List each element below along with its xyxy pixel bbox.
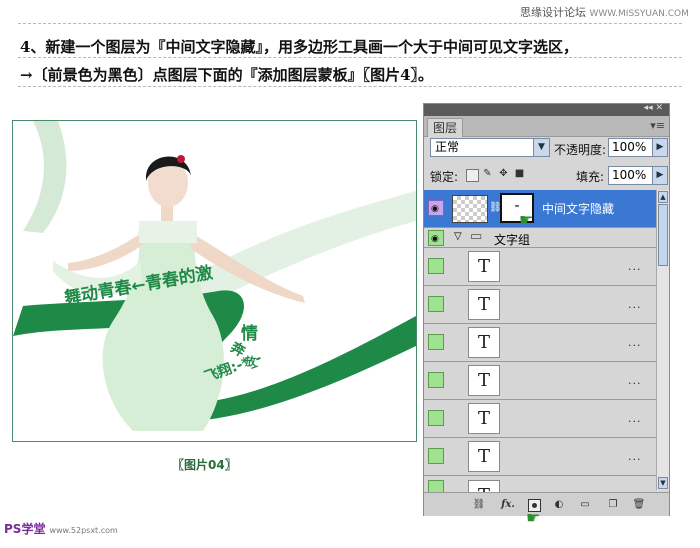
text-layer-row[interactable]: T ... bbox=[424, 400, 656, 438]
visibility-toggle[interactable] bbox=[428, 480, 444, 492]
site-watermark: 思缘设计论坛 WWW.MISSYUAN.COM bbox=[520, 4, 689, 20]
text-layer-row[interactable]: T bbox=[424, 476, 656, 492]
scroll-up-icon[interactable]: ▲ bbox=[658, 191, 668, 203]
collapse-panel-button[interactable]: ◂◂ ✕ bbox=[644, 103, 663, 113]
artwork-illustration bbox=[13, 121, 416, 431]
visibility-toggle[interactable] bbox=[428, 372, 444, 388]
text-layer-icon: T bbox=[468, 251, 500, 282]
layer-group-row[interactable]: ◉ ▽ ▭ 文字组 bbox=[424, 228, 656, 248]
layer-name[interactable]: 中间文字隐藏 bbox=[542, 200, 614, 217]
panel-menu-icon[interactable]: ▾≡ bbox=[650, 119, 665, 132]
link-layers-icon[interactable]: ⛓ bbox=[472, 498, 486, 511]
text-layer-icon: T bbox=[468, 441, 500, 472]
layer-name: ... bbox=[628, 374, 642, 387]
hand-cursor-icon: ☛ bbox=[519, 210, 534, 229]
group-icon[interactable]: ▭ bbox=[578, 498, 592, 511]
panel-titlebar[interactable]: ◂◂ ✕ bbox=[424, 103, 669, 116]
opacity-slider-arrow-icon[interactable]: ▶ bbox=[652, 138, 668, 157]
panel-tabbar: 图层 ▾≡ bbox=[424, 116, 669, 137]
text-layer-row[interactable]: T ... bbox=[424, 248, 656, 286]
layer-name: ... bbox=[628, 260, 642, 273]
chevron-down-icon[interactable]: ▼ bbox=[533, 139, 549, 156]
layer-name: ... bbox=[628, 298, 642, 311]
instruction-line-1: 4、新建一个图层为『中间文字隐藏』，用多边形工具画一个大于中间可见文字选区， bbox=[20, 38, 578, 56]
scrollbar-thumb[interactable] bbox=[658, 204, 668, 266]
lock-transparency-icon[interactable] bbox=[466, 169, 479, 182]
group-collapse-icon[interactable]: ▽ bbox=[454, 231, 462, 242]
text-layer-icon: T bbox=[468, 327, 500, 358]
eye-icon: ◉ bbox=[431, 204, 439, 214]
layer-row-selected[interactable]: ◉ ⛓ - 中间文字隐藏 bbox=[424, 190, 656, 228]
text-layer-row[interactable]: T ... bbox=[424, 438, 656, 476]
text-layer-icon: T bbox=[468, 403, 500, 434]
visibility-toggle[interactable] bbox=[428, 296, 444, 312]
layers-panel: ◂◂ ✕ 图层 ▾≡ 正常 ▼ 不透明度: 100% ▶ 锁定: ✎ ✥ ■ 填… bbox=[423, 103, 670, 516]
adjustment-icon[interactable]: ◐ bbox=[552, 498, 566, 511]
visibility-toggle[interactable] bbox=[428, 448, 444, 464]
divider bbox=[18, 86, 682, 87]
lock-all-icon[interactable]: ■ bbox=[514, 168, 525, 179]
text-layer-row[interactable]: T ... bbox=[424, 324, 656, 362]
divider bbox=[18, 57, 682, 58]
panel-bottom-toolbar: ⛓ fx. ◐ ▭ ❐ 🗑 bbox=[424, 492, 669, 516]
visibility-toggle[interactable] bbox=[428, 258, 444, 274]
visibility-toggle[interactable]: ◉ bbox=[428, 200, 444, 216]
blend-mode-select[interactable]: 正常 ▼ bbox=[430, 138, 550, 157]
lock-move-icon[interactable]: ✥ bbox=[498, 168, 509, 179]
visibility-toggle[interactable] bbox=[428, 410, 444, 426]
visibility-toggle[interactable]: ◉ bbox=[428, 230, 444, 246]
instruction-line-2: →〔前景色为黑色〕点图层下面的『添加图层蒙板』〖图片4〗。 bbox=[20, 66, 434, 84]
site-url: WWW.MISSYUAN.COM bbox=[589, 9, 689, 19]
blend-mode-value: 正常 bbox=[435, 140, 460, 154]
fill-slider-arrow-icon[interactable]: ▶ bbox=[652, 166, 668, 185]
hand-cursor-icon: ☛ bbox=[526, 508, 541, 527]
logo-text: PS学堂 bbox=[4, 522, 46, 536]
footer-logo: PS学堂 www.52psxt.com bbox=[4, 520, 118, 537]
opacity-label: 不透明度: bbox=[554, 143, 607, 157]
trash-icon[interactable]: 🗑 bbox=[632, 498, 646, 511]
eye-icon: ◉ bbox=[431, 234, 439, 244]
fill-label: 填充: bbox=[576, 170, 605, 184]
layer-name: ... bbox=[628, 450, 642, 463]
artwork-image: 舞动青春←青春的激 情 奔 放 飞翔:-*_- bbox=[12, 120, 417, 442]
layer-thumbnail bbox=[452, 195, 488, 223]
lock-label: 锁定: bbox=[430, 170, 459, 184]
folder-icon: ▭ bbox=[470, 229, 483, 244]
new-layer-icon[interactable]: ❐ bbox=[606, 498, 620, 511]
figure-caption: 〖图片04〗 bbox=[172, 458, 237, 472]
tab-layers[interactable]: 图层 bbox=[427, 118, 464, 137]
layer-name: ... bbox=[628, 336, 642, 349]
fx-icon[interactable]: fx. bbox=[498, 498, 518, 511]
site-name: 思缘设计论坛 bbox=[520, 6, 586, 19]
text-layer-icon: T bbox=[468, 289, 500, 320]
scroll-down-icon[interactable]: ▼ bbox=[658, 477, 668, 489]
divider bbox=[18, 23, 682, 24]
lock-brush-icon[interactable]: ✎ bbox=[482, 168, 493, 179]
text-layer-row[interactable]: T ... bbox=[424, 286, 656, 324]
text-layer-icon: T bbox=[468, 480, 500, 492]
logo-url: www.52psxt.com bbox=[49, 526, 118, 535]
opacity-input[interactable]: 100% bbox=[608, 138, 654, 157]
text-layer-row[interactable]: T ... bbox=[424, 362, 656, 400]
fill-input[interactable]: 100% bbox=[608, 166, 654, 185]
visibility-toggle[interactable] bbox=[428, 334, 444, 350]
group-name[interactable]: 文字组 bbox=[494, 231, 530, 248]
text-layer-icon: T bbox=[468, 365, 500, 396]
layer-name: ... bbox=[628, 412, 642, 425]
layers-scrollbar[interactable]: ▲ ▼ bbox=[656, 190, 669, 490]
